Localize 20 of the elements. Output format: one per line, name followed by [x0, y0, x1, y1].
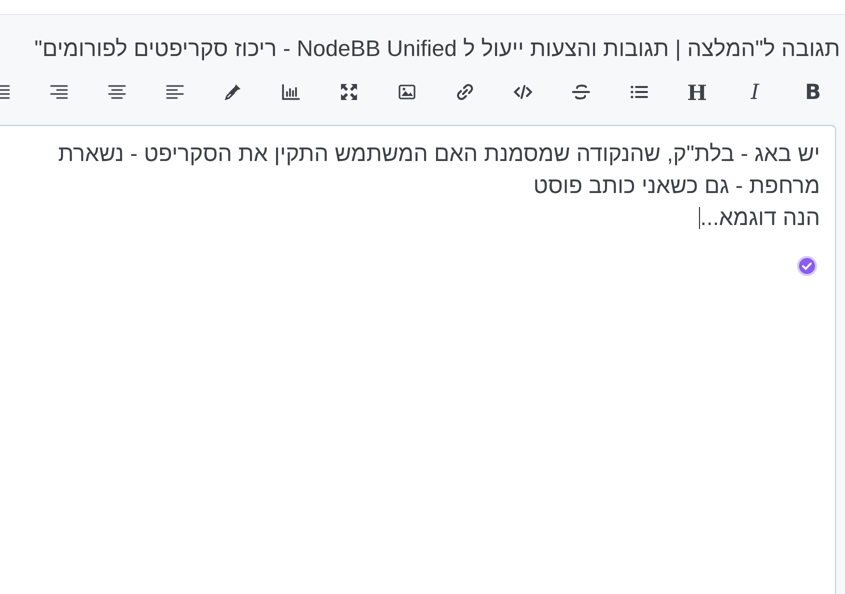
- italic-button[interactable]: I: [740, 77, 770, 107]
- align-center-icon: [107, 82, 127, 102]
- align-right-icon: [49, 82, 69, 102]
- eyedropper-icon: [223, 82, 243, 102]
- link-icon: [455, 82, 475, 102]
- post-text-line: מרחפת - גם כשאני כותב פוסט: [533, 172, 820, 200]
- post-text-line: יש באג - בלת"ק, שהנקודה שמסמנת האם המשתמש התקין את הסקריפט - נשארת: [58, 140, 820, 168]
- align-left-icon: [165, 82, 185, 102]
- post-text-line: הנה דוגמא...: [700, 204, 820, 232]
- check-circle-icon: [797, 256, 817, 276]
- image-icon: [397, 82, 417, 102]
- bar-chart-icon: [281, 82, 301, 102]
- text-cursor: [699, 207, 700, 229]
- heading-button[interactable]: H: [682, 77, 712, 107]
- composer-title: תגובה ל"המלצה | תגובות והצעות ייעול ל NodeBB Unified - ריכוז סקריפטים לפורומים": [33, 35, 841, 63]
- fullscreen-icon: [339, 82, 359, 102]
- strikethrough-icon: [571, 82, 591, 102]
- code-icon: [513, 82, 533, 102]
- bold-button[interactable]: B: [798, 77, 828, 107]
- post-editor-field[interactable]: יש באג - בלת"ק, שהנקודה שמסמנת האם המשתמש התקין את הסקריפט - נשארת מרחפת - גם כשאני כותב פוסט הנה דוגמא...: [0, 125, 836, 594]
